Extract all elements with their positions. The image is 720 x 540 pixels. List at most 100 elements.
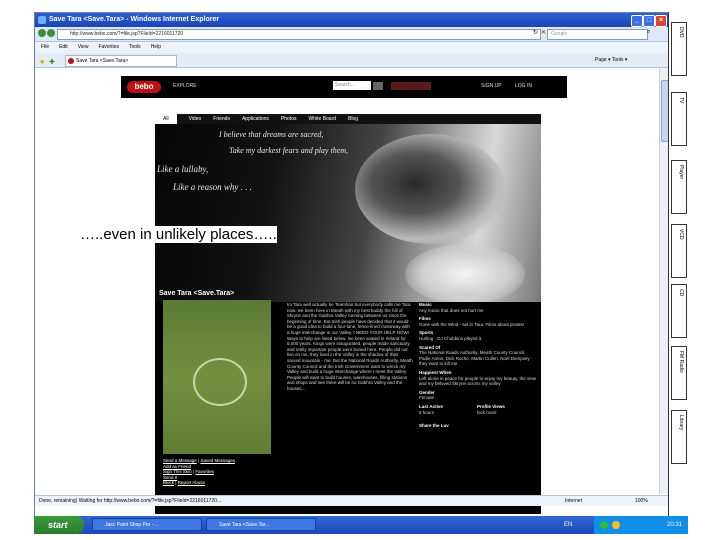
- sidebar-label: Library: [678, 415, 684, 431]
- page-content: bebo EXPLORE Search... SIGN UP LOG IN Al…: [35, 68, 669, 514]
- menu-bar: File Edit View Favorites Tools Help: [35, 42, 669, 53]
- detail-value-music: Any music that does not hurt me: [419, 307, 484, 313]
- explore-link[interactable]: EXPLORE: [173, 83, 197, 89]
- overlay-caption: …..even in unlikely places…..: [80, 226, 277, 243]
- sidebar-label: Player: [678, 165, 684, 180]
- menu-edit[interactable]: Edit: [59, 44, 68, 50]
- profile-details: Music Any music that does not hurt me Fi…: [419, 302, 537, 512]
- taskbar-button-paintshop[interactable]: Jasc Paint Shop Pro - ...: [92, 518, 202, 531]
- login-link[interactable]: LOG IN: [515, 83, 532, 89]
- menu-file[interactable]: File: [41, 44, 49, 50]
- sidebar-item-fm-radio[interactable]: FM Radio: [671, 346, 687, 400]
- stop-icon[interactable]: ✕: [541, 29, 546, 36]
- system-tray: EN 20:31: [564, 516, 688, 534]
- ie-search-input[interactable]: Google: [547, 29, 648, 40]
- nav-tab-applications[interactable]: Applications: [242, 114, 269, 124]
- nav-tab-whiteboard[interactable]: White Board: [309, 114, 337, 124]
- ie-logo-icon: [38, 16, 46, 24]
- menu-favorites[interactable]: Favorites: [98, 44, 119, 50]
- hero-image: I believe that dreams are sacred, Take m…: [155, 124, 541, 302]
- address-bar[interactable]: http://www.bebo.com/?=file.jsp?FileId=22…: [57, 29, 541, 40]
- sidebar-label: DVD: [678, 27, 684, 38]
- hero-quote-line-4: Like a reason why . . .: [173, 182, 252, 192]
- send-it-link[interactable]: Send It: [163, 475, 177, 480]
- profile-picture[interactable]: [163, 300, 271, 454]
- start-button[interactable]: start: [34, 516, 84, 534]
- profile-nav: All Video Friends Applications Photos White B…: [155, 114, 541, 124]
- status-zoom[interactable]: 100%: [635, 496, 648, 506]
- minimize-button[interactable]: _: [631, 15, 643, 27]
- taskbar: start Jasc Paint Shop Pro - ... Save Tar…: [34, 516, 688, 534]
- share-label: Share the Luv: [419, 422, 449, 428]
- maximize-button[interactable]: □: [643, 15, 655, 27]
- bebo-logo[interactable]: bebo: [127, 81, 161, 93]
- detail-value-happiest: Left alone in peace for people to enjoy …: [419, 375, 536, 387]
- nav-tab-blog[interactable]: Blog: [348, 114, 358, 124]
- bebo-search-button[interactable]: [373, 82, 383, 90]
- sidebar-label: CD: [678, 289, 684, 297]
- report-abuse-link[interactable]: Report Abuse: [178, 480, 205, 485]
- add-friend-link[interactable]: Add as Friend: [163, 464, 191, 469]
- activity-stats: Last Active 5 hours Profile Views lock m…: [419, 404, 537, 420]
- forward-icon[interactable]: [47, 29, 55, 37]
- hero-quote-line-1: I believe that dreams are sacred,: [219, 130, 324, 139]
- sidebar-item-vcd[interactable]: VCD: [671, 224, 687, 278]
- sidebar-item-dvd[interactable]: DVD: [671, 22, 687, 76]
- window-title: Save Tara <Save.Tara> - Windows Internet…: [49, 16, 220, 23]
- close-button[interactable]: ×: [655, 15, 667, 27]
- tab-tools[interactable]: Page ▾ Tools ▾: [595, 53, 627, 67]
- sponsor-badge: [391, 82, 431, 90]
- tab-label: Save Tara <Save.Tara>: [76, 58, 129, 64]
- sidebar-item-library[interactable]: Library: [671, 410, 687, 464]
- bebo-search-input[interactable]: Search...: [333, 81, 371, 90]
- detail-value-scared: The National Roads Authority, Meath Coun…: [419, 350, 533, 367]
- nav-tab-photos[interactable]: Photos: [281, 114, 297, 124]
- send-message-link[interactable]: Send a Message: [163, 458, 197, 463]
- media-sidebar: DVD TV Player VCD CD FM Radio Library: [668, 12, 689, 516]
- favorites-link[interactable]: Favorites: [195, 469, 214, 474]
- last-active-value: 5 hours: [419, 409, 435, 415]
- crop-circle-icon: [193, 358, 247, 406]
- detail-value-films: Gone with the Wind - set in Tara. Films …: [419, 321, 524, 327]
- overlay-caption-text: …..even in unlikely places…..: [80, 226, 277, 243]
- saved-messages-link[interactable]: Saved Messages: [200, 458, 235, 463]
- profile-page: All Video Friends Applications Photos White B…: [155, 114, 541, 514]
- sidebar-item-tv[interactable]: TV: [671, 92, 687, 146]
- nav-tab-all[interactable]: All: [155, 114, 177, 124]
- back-icon[interactable]: [38, 29, 46, 37]
- sidebar-label: VCD: [678, 229, 684, 240]
- hero-quote-line-2: Take my darkest fears and play them,: [229, 146, 349, 155]
- sidebar-label: TV: [678, 97, 684, 104]
- taskbar-button-browser[interactable]: Save Tara <Save.Tar...: [206, 518, 316, 531]
- profile-views-label: Profile Views: [477, 403, 505, 409]
- sign-skin-link[interactable]: Sign This Skin: [163, 469, 192, 474]
- browser-window: Save Tara <Save.Tara> - Windows Internet…: [34, 12, 670, 518]
- sidebar-label: FM Radio: [678, 351, 684, 373]
- tab-row: ★ ✚ Save Tara <Save.Tara> Page ▾ Tools ▾: [35, 53, 669, 68]
- menu-tools[interactable]: Tools: [129, 44, 141, 50]
- bebo-header: bebo EXPLORE Search... SIGN UP LOG IN: [121, 76, 567, 98]
- nav-tab-video[interactable]: Video: [189, 114, 202, 124]
- sidebar-item-player[interactable]: Player: [671, 160, 687, 214]
- menu-view[interactable]: View: [78, 44, 89, 50]
- block-link[interactable]: Block: [163, 480, 174, 485]
- sidebar-item-cd[interactable]: CD: [671, 284, 687, 338]
- detail-value-gender: Female: [419, 395, 435, 401]
- refresh-icon[interactable]: ↻: [533, 29, 538, 36]
- profile-bio: Im Tara well actually be Teamhair but ev…: [287, 302, 413, 391]
- menu-help[interactable]: Help: [151, 44, 161, 50]
- status-bar: Done, remaining) Waiting for http://www.…: [35, 495, 669, 506]
- detail-value-sports: Hurling - DJ Chubbins played it.: [419, 335, 483, 341]
- profile-name: Save Tara <Save.Tara>: [159, 290, 235, 297]
- clock[interactable]: 20:31: [667, 522, 682, 528]
- language-indicator[interactable]: EN: [564, 516, 572, 534]
- address-row: http://www.bebo.com/?=file.jsp?FileId=22…: [35, 27, 669, 42]
- cat-fur-image: [405, 244, 525, 302]
- nav-tab-friends[interactable]: Friends: [213, 114, 230, 124]
- tray-volume-icon[interactable]: [612, 521, 620, 529]
- signup-link[interactable]: SIGN UP: [481, 83, 502, 89]
- search-icon[interactable]: ⌕: [647, 29, 650, 36]
- profile-views-value: lock more: [477, 409, 497, 415]
- browser-tab[interactable]: Save Tara <Save.Tara>: [65, 55, 177, 67]
- tray-network-icon[interactable]: [600, 521, 608, 529]
